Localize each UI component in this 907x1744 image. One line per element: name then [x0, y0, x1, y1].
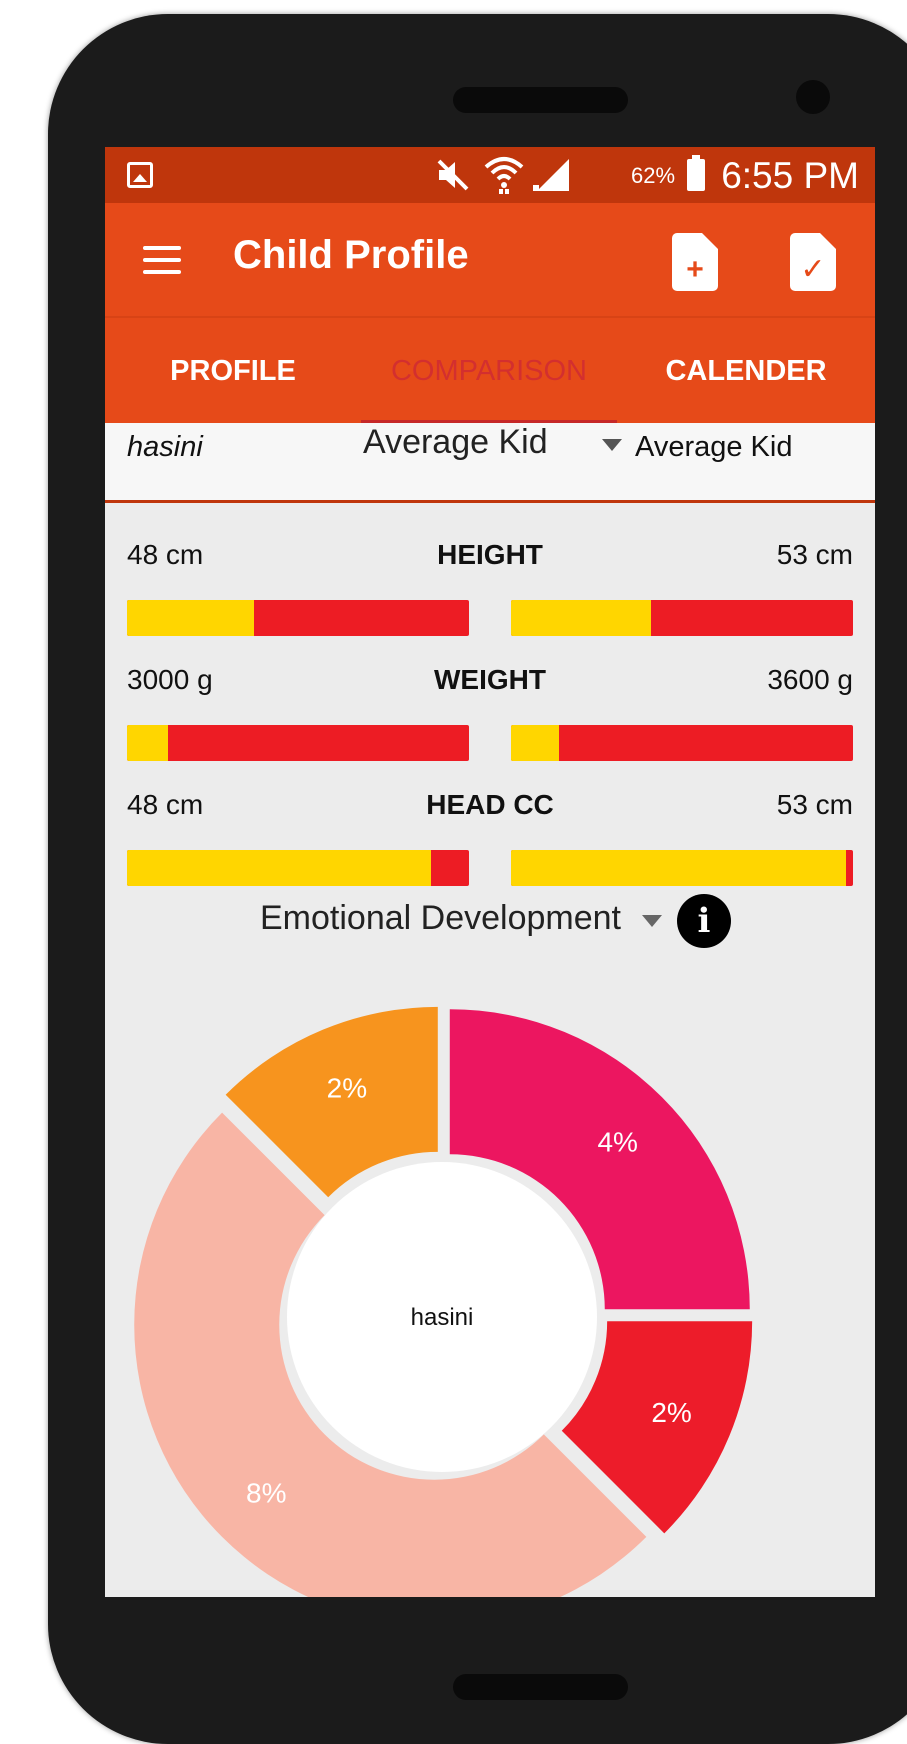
- comparison-header: hasini Average Kid Average Kid: [105, 423, 875, 503]
- child-name: hasini: [127, 431, 203, 463]
- page-title: Child Profile: [233, 233, 469, 277]
- height-left-bar: [127, 600, 469, 636]
- emotional-donut-chart: 4% 2% 8% 2% hasini: [134, 1006, 753, 1597]
- chevron-down-icon[interactable]: [642, 915, 662, 927]
- tab-calender[interactable]: CALENDER: [617, 318, 875, 425]
- mute-icon: [437, 159, 469, 191]
- metric-weight: 3000 g WEIGHT 3600 g: [105, 664, 875, 704]
- metric-title: HEIGHT: [437, 539, 543, 570]
- tab-profile[interactable]: PROFILE: [105, 318, 361, 425]
- donut-center-label: hasini: [411, 1304, 474, 1331]
- tab-bar: PROFILE COMPARISON CALENDER: [105, 316, 875, 425]
- status-time: 6:55 PM: [721, 155, 859, 196]
- app-screen: 62% 6:55 PM Child Profile + ✓ PROFILE CO…: [105, 147, 875, 1597]
- check-document-icon[interactable]: ✓: [790, 233, 836, 291]
- image-icon: [127, 162, 153, 188]
- metric-title: WEIGHT: [434, 664, 546, 695]
- earpiece-speaker: [453, 87, 628, 113]
- add-document-icon[interactable]: +: [672, 233, 718, 291]
- wifi-icon: [484, 157, 524, 194]
- slice-label: 2%: [327, 1072, 367, 1103]
- metric-height: 48 cm HEIGHT 53 cm: [105, 539, 875, 579]
- chevron-down-icon[interactable]: [602, 439, 622, 451]
- app-toolbar: Child Profile + ✓: [105, 203, 875, 316]
- signal-icon: [533, 159, 569, 191]
- bottom-speaker: [453, 1674, 628, 1700]
- compare-target-name: Average Kid: [635, 431, 793, 463]
- battery-icon: [687, 155, 705, 191]
- weight-right-bar: [511, 725, 853, 761]
- battery-percent: 62%: [631, 163, 676, 188]
- slice-label: 2%: [651, 1397, 691, 1428]
- compare-select[interactable]: Average Kid: [363, 423, 548, 462]
- menu-icon[interactable]: [143, 246, 181, 276]
- weight-left-bar: [127, 725, 469, 761]
- metric-head-cc: 48 cm HEAD CC 53 cm: [105, 789, 875, 829]
- category-select[interactable]: Emotional Development: [260, 899, 621, 938]
- headcc-left-bar: [127, 850, 469, 886]
- height-right-bar: [511, 600, 853, 636]
- metric-right-value: 53 cm: [776, 539, 853, 570]
- headcc-right-bar: [511, 850, 853, 886]
- info-icon[interactable]: i: [677, 894, 731, 948]
- metric-right-value: 3600 g: [767, 664, 853, 695]
- slice-label: 4%: [597, 1126, 637, 1157]
- metric-right-value: 53 cm: [776, 789, 853, 820]
- slice-label: 8%: [246, 1478, 286, 1509]
- tab-comparison[interactable]: COMPARISON: [361, 318, 617, 425]
- front-camera: [796, 80, 830, 114]
- status-bar: 62% 6:55 PM: [105, 147, 875, 203]
- metric-title: HEAD CC: [426, 789, 554, 820]
